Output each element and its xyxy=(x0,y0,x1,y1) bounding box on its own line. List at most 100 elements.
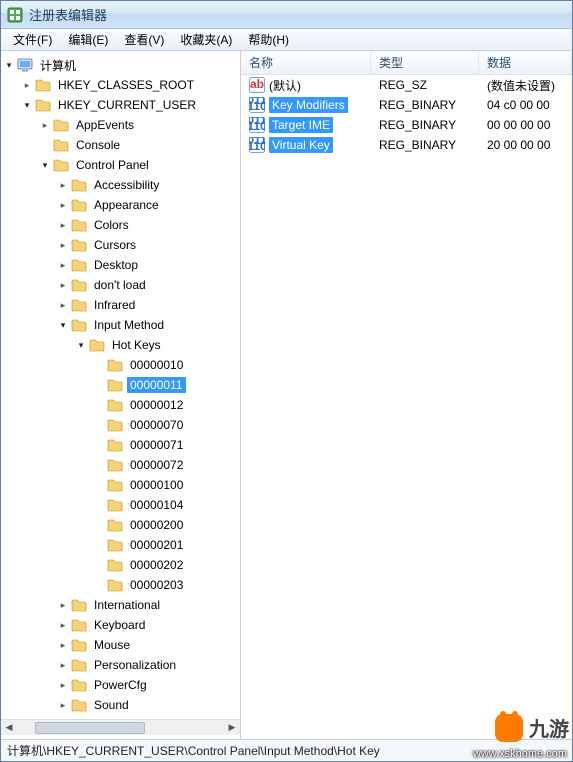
tree-item-label: PowerCfg xyxy=(91,677,150,693)
folder-icon xyxy=(71,697,87,713)
collapse-icon[interactable]: ▾ xyxy=(3,59,15,71)
tree-item-label: AppEvents xyxy=(73,117,137,133)
expand-icon[interactable]: ▸ xyxy=(57,699,69,711)
value-type: REG_BINARY xyxy=(371,98,479,112)
value-name: Target IME xyxy=(269,117,333,133)
expand-icon[interactable]: ▸ xyxy=(57,619,69,631)
scroll-right-icon[interactable]: ▶ xyxy=(224,721,240,735)
tree-item[interactable]: 00000012 xyxy=(3,395,240,415)
tree-item-label: 00000201 xyxy=(127,537,186,553)
computer-icon xyxy=(17,57,33,73)
tree-item[interactable]: ▾Hot Keys xyxy=(3,335,240,355)
tree-item-label: 00000202 xyxy=(127,557,186,573)
tree-item[interactable]: ▸ Cursors xyxy=(3,235,240,255)
tree-item[interactable]: ▾ 计算机 xyxy=(3,55,240,75)
expand-icon[interactable]: ▸ xyxy=(57,279,69,291)
tree-item-label: 计算机 xyxy=(37,56,79,75)
value-row[interactable]: Key ModifiersREG_BINARY04 c0 00 00 xyxy=(241,95,572,115)
tree-item-label: 00000072 xyxy=(127,457,186,473)
tree-item[interactable]: ▸don't load xyxy=(3,275,240,295)
collapse-icon[interactable]: ▾ xyxy=(39,159,51,171)
col-type[interactable]: 类型 xyxy=(371,51,479,74)
tree-item[interactable]: 00000071 xyxy=(3,435,240,455)
tree-pane[interactable]: ▾ 计算机 ▸ HKEY_CLASSES_ROOT ▾HKEY_CURRENT_USER… xyxy=(1,51,241,739)
tree-item[interactable]: 00000200 xyxy=(3,515,240,535)
tree-item[interactable]: Console xyxy=(3,135,240,155)
expand-icon[interactable]: ▸ xyxy=(57,659,69,671)
expand-icon[interactable]: ▸ xyxy=(57,239,69,251)
scroll-left-icon[interactable]: ◀ xyxy=(1,721,17,735)
tree-item[interactable]: ▸ Desktop xyxy=(3,255,240,275)
tree-item[interactable]: ▸ AppEvents xyxy=(3,115,240,135)
expand-icon[interactable]: ▸ xyxy=(57,639,69,651)
tree-item[interactable]: ▸Keyboard xyxy=(3,615,240,635)
tree-item[interactable]: ▸International xyxy=(3,595,240,615)
expand-icon[interactable]: ▸ xyxy=(21,79,33,91)
value-row[interactable]: (默认)REG_SZ(数值未设置) xyxy=(241,75,572,95)
tree-item[interactable]: ▸Accessibility xyxy=(3,175,240,195)
tree-item-label: HKEY_CLASSES_ROOT xyxy=(55,77,197,93)
tree-item[interactable]: ▾Input Method xyxy=(3,315,240,335)
tree-item[interactable]: 00000104 xyxy=(3,495,240,515)
collapse-icon[interactable]: ▾ xyxy=(21,99,33,111)
value-row[interactable]: Target IMEREG_BINARY00 00 00 00 xyxy=(241,115,572,135)
tree-item[interactable]: ▸Infrared xyxy=(3,295,240,315)
col-name[interactable]: 名称 xyxy=(241,51,371,74)
tree-item[interactable]: ▸Personalization xyxy=(3,655,240,675)
expand-icon[interactable]: ▸ xyxy=(57,259,69,271)
tree-item-label: 00000070 xyxy=(127,417,186,433)
tree-item[interactable]: ▸ PowerCfg xyxy=(3,675,240,695)
menu-help[interactable]: 帮助(H) xyxy=(240,29,297,50)
collapse-icon[interactable]: ▾ xyxy=(75,339,87,351)
tree-item[interactable]: ▾Control Panel xyxy=(3,155,240,175)
tree-item[interactable]: 00000202 xyxy=(3,555,240,575)
tree-item[interactable]: ▾HKEY_CURRENT_USER xyxy=(3,95,240,115)
tree-item[interactable]: 00000072 xyxy=(3,455,240,475)
tree-item-label: Desktop xyxy=(91,257,141,273)
menu-favorites[interactable]: 收藏夹(A) xyxy=(172,29,240,50)
folder-icon xyxy=(107,497,123,513)
tree-item[interactable]: 00000010 xyxy=(3,355,240,375)
folder-icon xyxy=(71,257,87,273)
expand-icon[interactable]: ▸ xyxy=(57,679,69,691)
scroll-thumb[interactable] xyxy=(35,722,145,734)
folder-icon xyxy=(71,237,87,253)
menu-edit[interactable]: 编辑(E) xyxy=(60,29,116,50)
tree-item-label: Console xyxy=(73,137,123,153)
tree-item[interactable]: ▸ HKEY_CLASSES_ROOT xyxy=(3,75,240,95)
window-title: 注册表编辑器 xyxy=(29,5,107,24)
column-headers[interactable]: 名称 类型 数据 xyxy=(241,51,572,75)
expand-icon[interactable]: ▸ xyxy=(57,199,69,211)
tree-hscrollbar[interactable]: ◀ ▶ xyxy=(1,719,240,735)
tree-item-label: Cursors xyxy=(91,237,139,253)
tree-item[interactable]: 00000011 xyxy=(3,375,240,395)
titlebar[interactable]: 注册表编辑器 xyxy=(1,1,572,29)
tree-item[interactable]: 00000070 xyxy=(3,415,240,435)
expand-icon[interactable]: ▸ xyxy=(57,299,69,311)
tree-item[interactable]: ▸Sound xyxy=(3,695,240,715)
expand-icon[interactable]: ▸ xyxy=(57,219,69,231)
tree-item[interactable]: 00000201 xyxy=(3,535,240,555)
col-data[interactable]: 数据 xyxy=(479,51,572,74)
tree-item-label: 00000200 xyxy=(127,517,186,533)
folder-icon xyxy=(53,117,69,133)
regedit-window: 注册表编辑器 文件(F) 编辑(E) 查看(V) 收藏夹(A) 帮助(H) ▾ 计… xyxy=(0,0,573,762)
folder-icon xyxy=(53,137,69,153)
folder-icon xyxy=(71,177,87,193)
tree-item-label: 00000203 xyxy=(127,577,186,593)
folder-icon xyxy=(35,97,51,113)
tree-item[interactable]: ▸Appearance xyxy=(3,195,240,215)
tree-item[interactable]: ▸Colors xyxy=(3,215,240,235)
expand-icon[interactable]: ▸ xyxy=(57,179,69,191)
tree-item[interactable]: 00000100 xyxy=(3,475,240,495)
folder-icon xyxy=(53,157,69,173)
value-row[interactable]: Virtual KeyREG_BINARY20 00 00 00 xyxy=(241,135,572,155)
menu-file[interactable]: 文件(F) xyxy=(5,29,60,50)
expand-icon[interactable]: ▸ xyxy=(57,599,69,611)
expand-icon[interactable]: ▸ xyxy=(39,119,51,131)
menu-view[interactable]: 查看(V) xyxy=(116,29,172,50)
tree-item[interactable]: ▸Mouse xyxy=(3,635,240,655)
value-data: 04 c0 00 00 xyxy=(479,98,572,112)
tree-item[interactable]: 00000203 xyxy=(3,575,240,595)
collapse-icon[interactable]: ▾ xyxy=(57,319,69,331)
